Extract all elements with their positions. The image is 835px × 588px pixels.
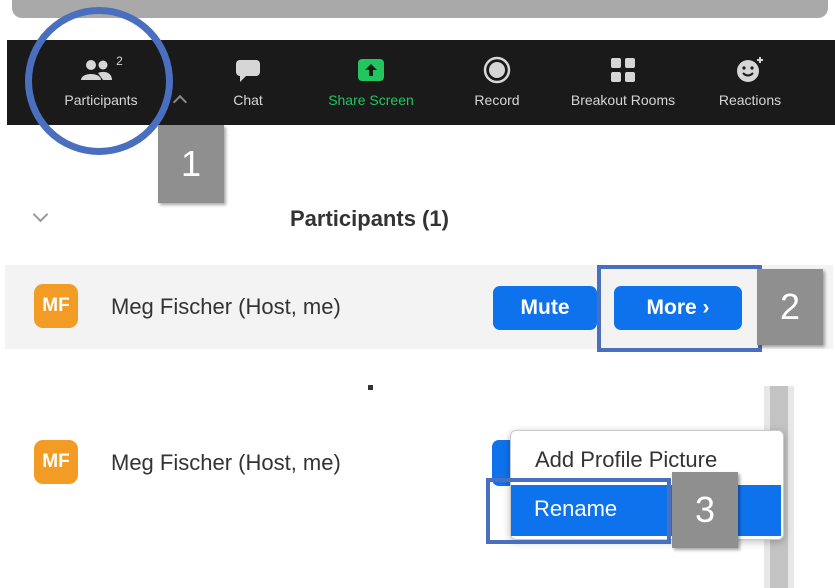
reactions-icon [737,57,763,82]
annotation-highlight-rename [486,478,671,544]
chat-button[interactable]: Chat [218,40,278,125]
annotation-step-3-badge: 3 [672,472,738,548]
share-screen-button[interactable]: Share Screen [316,40,426,125]
annotation-step-2-badge: 2 [757,269,823,345]
reactions-button[interactable]: Reactions [709,40,791,125]
breakout-rooms-button[interactable]: Breakout Rooms [560,40,686,125]
reactions-label: Reactions [718,92,782,108]
participants-options-chevron-icon[interactable] [172,94,188,110]
record-button[interactable]: Record [462,40,532,125]
record-label: Record [474,92,520,108]
breakout-rooms-icon [611,58,635,82]
record-icon [483,56,511,84]
breakout-rooms-label: Breakout Rooms [570,92,676,108]
annotation-circle [25,7,173,155]
annotation-step-1-badge: 1 [158,125,224,203]
separator-dot [368,385,373,390]
participants-panel-title: Participants (1) [290,206,449,231]
chat-icon [236,60,260,82]
share-screen-icon [358,59,384,81]
chat-label: Chat [233,92,263,108]
avatar: MF [34,440,78,484]
participant-name: Meg Fischer (Host, me) [111,450,341,475]
participant-name: Meg Fischer (Host, me) [111,294,341,319]
annotation-highlight-more [597,265,762,352]
share-screen-label: Share Screen [328,92,414,108]
collapse-chevron-icon[interactable] [32,206,49,223]
menu-item-add-profile-picture[interactable]: Add Profile Picture [535,447,717,473]
mute-button[interactable]: Mute [493,286,597,330]
avatar: MF [34,284,78,328]
